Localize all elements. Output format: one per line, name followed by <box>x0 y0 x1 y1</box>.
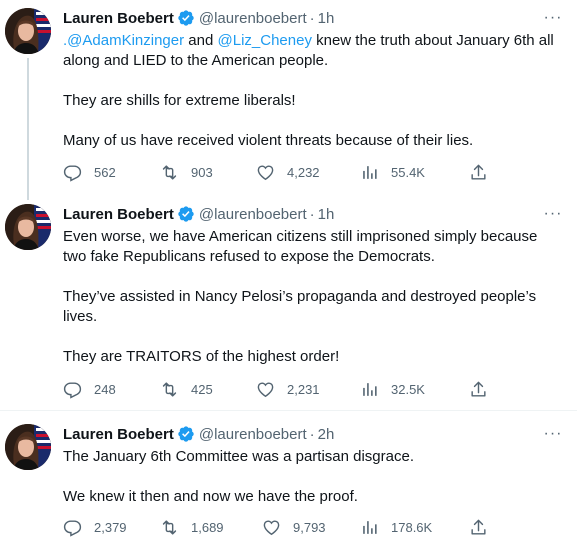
reply-button[interactable]: 562 <box>63 162 116 182</box>
tweet-text-line: lives. <box>63 308 98 325</box>
like-button[interactable]: 4,232 <box>256 162 320 182</box>
views-count: 178.6K <box>391 519 433 535</box>
more-icon[interactable]: ··· <box>543 8 563 28</box>
tweet-3[interactable]: Lauren Boebert @laurenboebert · 2h ··· T… <box>0 410 577 545</box>
reply-count: 2,379 <box>94 519 127 535</box>
tweet-actions: 248 425 2,231 32.5K <box>63 379 503 399</box>
avatar[interactable] <box>5 8 51 54</box>
author-handle[interactable]: @laurenboebert <box>199 206 307 223</box>
mention-link[interactable]: @Liz_Cheney <box>218 32 312 49</box>
like-count: 2,231 <box>287 381 320 397</box>
author-handle[interactable]: @laurenboebert <box>199 426 307 443</box>
views-button[interactable]: 178.6K <box>360 517 432 537</box>
verified-badge-icon <box>177 9 195 27</box>
tweet-2[interactable]: Lauren Boebert @laurenboebert · 1h ··· E… <box>0 194 577 410</box>
tweet-1[interactable]: Lauren Boebert @laurenboebert · 1h ··· .… <box>0 0 577 194</box>
timestamp[interactable]: 1h <box>318 10 335 27</box>
tweet-header: Lauren Boebert @laurenboebert · 2h <box>63 424 334 444</box>
thread-line <box>27 58 29 194</box>
share-button[interactable] <box>469 517 488 537</box>
reply-icon <box>63 380 82 399</box>
reply-button[interactable]: 2,379 <box>63 517 127 537</box>
tweet-text-segment: knew the truth about January 6th all <box>311 32 554 49</box>
retweet-icon <box>160 518 179 537</box>
separator-dot: · <box>309 205 315 223</box>
author-name[interactable]: Lauren Boebert <box>63 10 174 27</box>
verified-badge-icon <box>177 205 195 223</box>
retweet-button[interactable]: 425 <box>160 379 213 399</box>
reply-icon <box>63 518 82 537</box>
share-button[interactable] <box>469 162 488 182</box>
tweet-text-line: Even worse, we have American citizens st… <box>63 228 538 245</box>
retweet-count: 425 <box>191 381 213 397</box>
avatar[interactable] <box>5 424 51 470</box>
avatar-image <box>5 204 51 250</box>
retweet-icon <box>160 163 179 182</box>
heart-icon <box>256 380 275 399</box>
share-icon <box>469 163 488 182</box>
tweet-actions: 562 903 4,232 55.4K <box>63 162 503 182</box>
views-icon <box>360 163 379 182</box>
tweet-text-line: They’ve assisted in Nancy Pelosi’s propa… <box>63 288 537 305</box>
views-count: 55.4K <box>391 164 425 180</box>
share-icon <box>469 518 488 537</box>
tweet-text: The January 6th Committee was a partisan… <box>63 447 563 507</box>
tweet-header: Lauren Boebert @laurenboebert · 1h <box>63 8 334 28</box>
mention-link[interactable]: .@AdamKinzinger <box>63 32 184 49</box>
thread-line <box>27 194 29 200</box>
retweet-count: 1,689 <box>191 519 224 535</box>
tweet-header: Lauren Boebert @laurenboebert · 1h <box>63 204 334 224</box>
retweet-button[interactable]: 903 <box>160 162 213 182</box>
avatar[interactable] <box>5 204 51 250</box>
avatar-image <box>5 424 51 470</box>
share-button[interactable] <box>469 379 488 399</box>
tweet-text-line: They are shills for extreme liberals! <box>63 92 296 109</box>
reply-icon <box>63 163 82 182</box>
tweet-text-line: Many of us have received violent threats… <box>63 132 474 149</box>
views-button[interactable]: 32.5K <box>360 379 425 399</box>
verified-badge-icon <box>177 425 195 443</box>
timestamp[interactable]: 2h <box>318 426 335 443</box>
views-button[interactable]: 55.4K <box>360 162 425 182</box>
heart-icon <box>262 518 281 537</box>
views-icon <box>360 518 379 537</box>
reply-count: 248 <box>94 381 116 397</box>
tweet-text-line: The January 6th Committee was a partisan… <box>63 448 414 465</box>
heart-icon <box>256 163 275 182</box>
tweet-text-line: They are TRAITORS of the highest order! <box>63 348 340 365</box>
like-count: 9,793 <box>293 519 326 535</box>
tweet-text-segment: and <box>184 32 218 49</box>
like-count: 4,232 <box>287 164 320 180</box>
views-icon <box>360 380 379 399</box>
reply-button[interactable]: 248 <box>63 379 116 399</box>
views-count: 32.5K <box>391 381 425 397</box>
author-name[interactable]: Lauren Boebert <box>63 206 174 223</box>
avatar-image <box>5 8 51 54</box>
retweet-icon <box>160 380 179 399</box>
more-icon[interactable]: ··· <box>543 204 563 224</box>
like-button[interactable]: 9,793 <box>262 517 326 537</box>
author-name[interactable]: Lauren Boebert <box>63 426 174 443</box>
tweet-text-line: We knew it then and now we have the proo… <box>63 488 358 505</box>
tweet-actions: 2,379 1,689 9,793 178.6K <box>63 517 503 537</box>
author-handle[interactable]: @laurenboebert <box>199 10 307 27</box>
retweet-button[interactable]: 1,689 <box>160 517 224 537</box>
reply-count: 562 <box>94 164 116 180</box>
tweet-text-line: two fake Republicans refused to expose t… <box>63 248 435 265</box>
like-button[interactable]: 2,231 <box>256 379 320 399</box>
tweet-text-line: along and LIED to the American people. <box>63 52 329 69</box>
timestamp[interactable]: 1h <box>318 206 335 223</box>
separator-dot: · <box>309 9 315 27</box>
tweet-text: .@AdamKinzinger and @Liz_Cheney knew the… <box>63 31 563 151</box>
tweet-text: Even worse, we have American citizens st… <box>63 227 563 367</box>
share-icon <box>469 380 488 399</box>
retweet-count: 903 <box>191 164 213 180</box>
more-icon[interactable]: ··· <box>543 424 563 444</box>
separator-dot: · <box>309 425 315 443</box>
